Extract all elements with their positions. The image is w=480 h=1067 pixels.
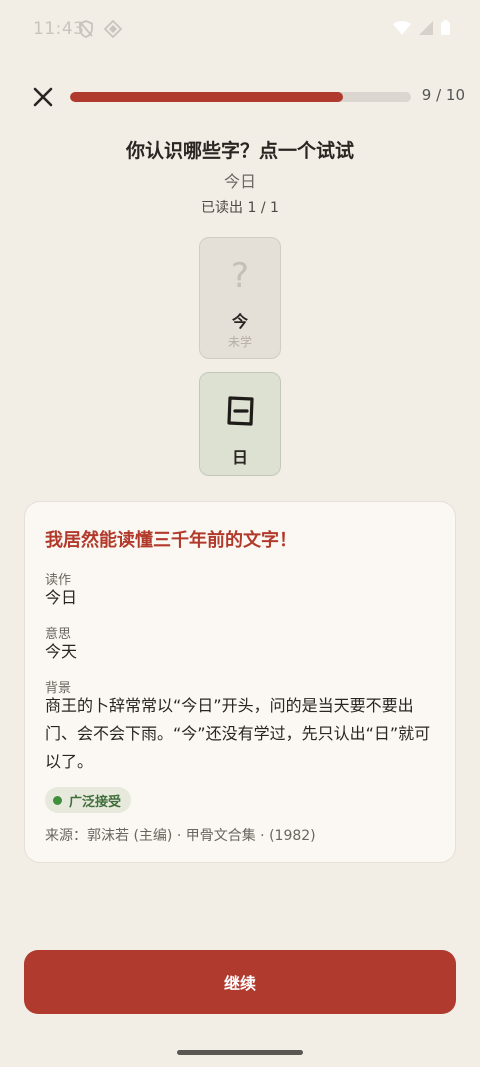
battery-icon [441, 20, 450, 35]
progress-fill [70, 92, 343, 102]
badge-label: 广泛接受 [69, 794, 122, 810]
page-title: 你认识哪些字？点一个试试 [125, 140, 354, 162]
home-indicator[interactable] [177, 1050, 303, 1055]
continue-button[interactable]: 继续 [24, 950, 456, 1014]
char-card-unlearned[interactable]: ? 今 未学 [199, 237, 281, 359]
close-icon [33, 87, 53, 107]
cell-signal-icon [419, 20, 433, 35]
char-card-status: 未学 [227, 335, 252, 349]
oracle-bone-sun-glyph-icon [227, 396, 254, 426]
question-mark-icon: ? [230, 256, 250, 296]
reading-value: 今日 [45, 588, 78, 607]
quiz-word: 今日 [223, 172, 256, 191]
status-time: 11:43 [33, 19, 85, 39]
read-count: 已读出 1 / 1 [201, 200, 279, 216]
background-text: 商王的卜辞常常以“今日”开头，问的是当天要不要出门、会不会下雨。“今”还没有学过… [45, 696, 431, 771]
char-card-character: 今 [231, 312, 248, 331]
char-card-character: 日 [231, 448, 248, 467]
progress-text: 9 / 10 [421, 86, 465, 104]
status-bar: 11:43 [0, 0, 480, 58]
info-card: 我居然能读懂三千年前的文字！ 读作 今日 意思 今天 背景 商王的卜辞常常以“今… [24, 501, 456, 863]
shield-off-icon [79, 20, 93, 38]
status-badge: 广泛接受 [45, 787, 132, 813]
status-dot-icon [53, 795, 62, 805]
info-headline: 我居然能读懂三千年前的文字！ [45, 530, 297, 551]
wifi-icon [393, 20, 411, 35]
diamond-icon [104, 20, 122, 38]
close-button[interactable] [30, 84, 56, 110]
source-citation: 来源：郭沫若 (主编) · 甲骨文合集 · (1982) [45, 828, 316, 844]
meaning-value: 今天 [45, 642, 78, 661]
top-bar: 9 / 10 [0, 82, 480, 112]
progress-bar [70, 92, 411, 102]
char-card-learned[interactable]: 日 [199, 372, 281, 476]
